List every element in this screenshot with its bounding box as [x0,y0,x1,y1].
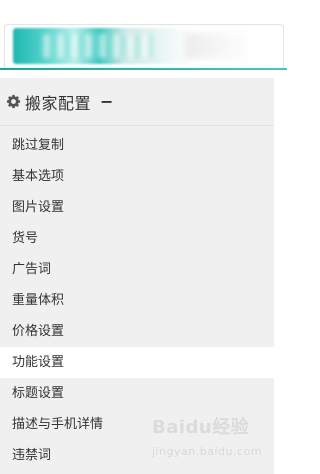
section-title: 搬家配置 [25,93,92,113]
watermark-sub: jingyan.baidu.com [151,445,262,458]
sidebar-item-title-settings[interactable]: 标题设置 [0,378,274,409]
collapse-minus-icon[interactable]: − [100,93,113,110]
page: 搬家配置 − 跳过复制 基本选项 图片设置 货号 广告词 重量体积 价格设置 功… [0,0,287,474]
gear-icon [6,94,21,109]
section-header-move-config[interactable]: 搬家配置 − [0,78,274,126]
sidebar-item-ad-words[interactable]: 广告词 [0,254,274,285]
logo-banner[interactable] [4,24,284,70]
top-header [0,0,287,72]
sidebar-item-function-settings[interactable]: 功能设置 [0,347,274,378]
sidebar-item-sku-number[interactable]: 货号 [0,223,274,254]
sidebar-item-weight-volume[interactable]: 重量体积 [0,285,274,316]
sidebar-item-basic-options[interactable]: 基本选项 [0,161,274,192]
blurred-logo [13,28,193,64]
sidebar: 搬家配置 − 跳过复制 基本选项 图片设置 货号 广告词 重量体积 价格设置 功… [0,78,274,474]
header-accent-line [0,68,287,70]
sidebar-item-image-settings[interactable]: 图片设置 [0,192,274,223]
sidebar-item-skip-copy[interactable]: 跳过复制 [0,130,274,161]
baidu-watermark: Baidu经验 jingyan.baidu.com [152,413,262,460]
blurred-logo-tail [185,33,255,59]
watermark-text: Baidu经验 [151,417,250,438]
sidebar-item-price-settings[interactable]: 价格设置 [0,316,274,347]
